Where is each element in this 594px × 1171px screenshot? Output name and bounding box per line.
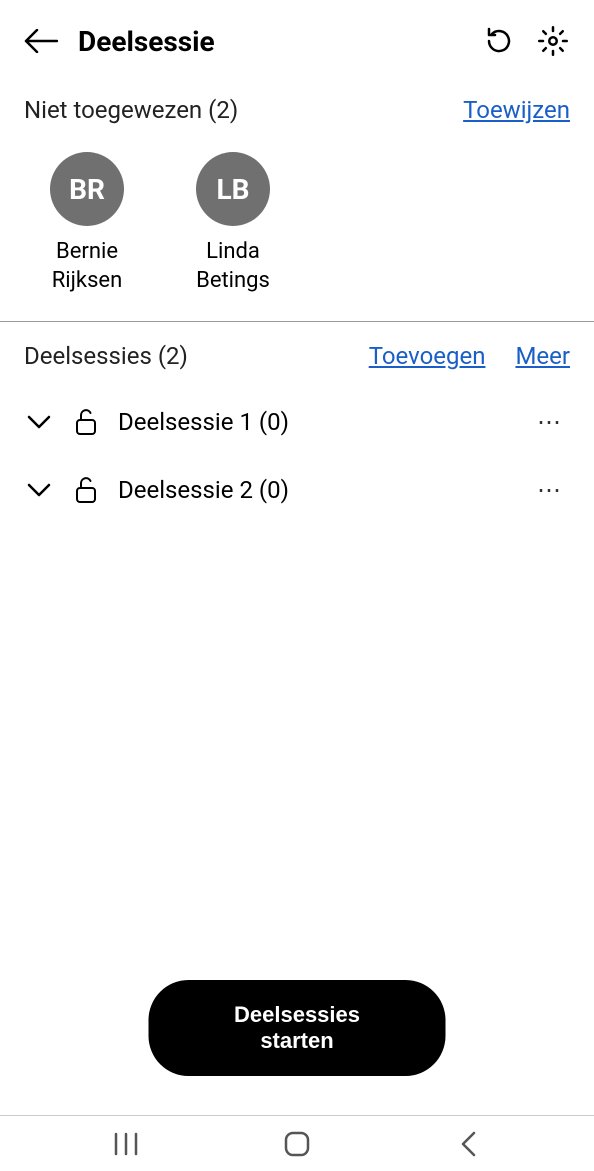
sessions-header: Deelsessies (2) Toevoegen Meer [24,322,570,388]
app-header: Deelsessie [0,0,594,76]
back-icon [459,1130,477,1158]
session-name: Deelsessie 2 (0) [118,476,512,504]
ellipsis-icon: ⋯ [537,408,563,436]
recents-icon [113,1132,139,1156]
refresh-icon [484,26,514,56]
session-more-button[interactable]: ⋯ [530,408,570,436]
avatar-name: Bernie Rijksen [32,238,142,295]
chevron-down-icon [27,415,51,429]
more-link[interactable]: Meer [515,342,570,370]
chevron-down-icon [27,483,51,497]
arrow-left-icon [24,29,58,53]
sessions-links: Toevoegen Meer [369,342,570,370]
refresh-button[interactable] [482,24,516,58]
session-more-button[interactable]: ⋯ [530,476,570,504]
lock-open-icon [75,408,97,436]
gear-icon [538,26,568,56]
lock-indicator [72,406,100,438]
session-name: Deelsessie 1 (0) [118,408,512,436]
settings-button[interactable] [536,24,570,58]
sessions-title: Deelsessies (2) [24,342,188,370]
ellipsis-icon: ⋯ [537,476,563,504]
home-icon [283,1130,311,1158]
session-row: Deelsessie 2 (0) ⋯ [24,456,570,524]
avatar-name: Linda Betings [178,238,288,295]
avatar: BR [50,152,124,226]
expand-toggle[interactable] [24,407,54,437]
avatar-item[interactable]: BR Bernie Rijksen [32,152,142,295]
nav-back-button[interactable] [448,1124,488,1164]
home-button[interactable] [277,1124,317,1164]
unassigned-people: BR Bernie Rijksen LB Linda Betings [24,142,570,321]
assign-link[interactable]: Toewijzen [463,96,570,124]
avatar: LB [196,152,270,226]
avatar-item[interactable]: LB Linda Betings [178,152,288,295]
back-button[interactable] [24,24,58,58]
start-sessions-button[interactable]: Deelsessies starten [149,980,446,1076]
recents-button[interactable] [106,1124,146,1164]
unassigned-title: Niet toegewezen (2) [24,96,238,124]
unassigned-header: Niet toegewezen (2) Toewijzen [24,76,570,142]
session-row: Deelsessie 1 (0) ⋯ [24,388,570,456]
system-nav-bar [0,1115,594,1171]
sessions-section: Deelsessies (2) Toevoegen Meer Deelsessi… [0,322,594,524]
expand-toggle[interactable] [24,475,54,505]
page-title: Deelsessie [78,25,462,58]
unassigned-section: Niet toegewezen (2) Toewijzen BR Bernie … [0,76,594,321]
lock-indicator [72,474,100,506]
add-session-link[interactable]: Toevoegen [369,342,486,370]
lock-open-icon [75,476,97,504]
